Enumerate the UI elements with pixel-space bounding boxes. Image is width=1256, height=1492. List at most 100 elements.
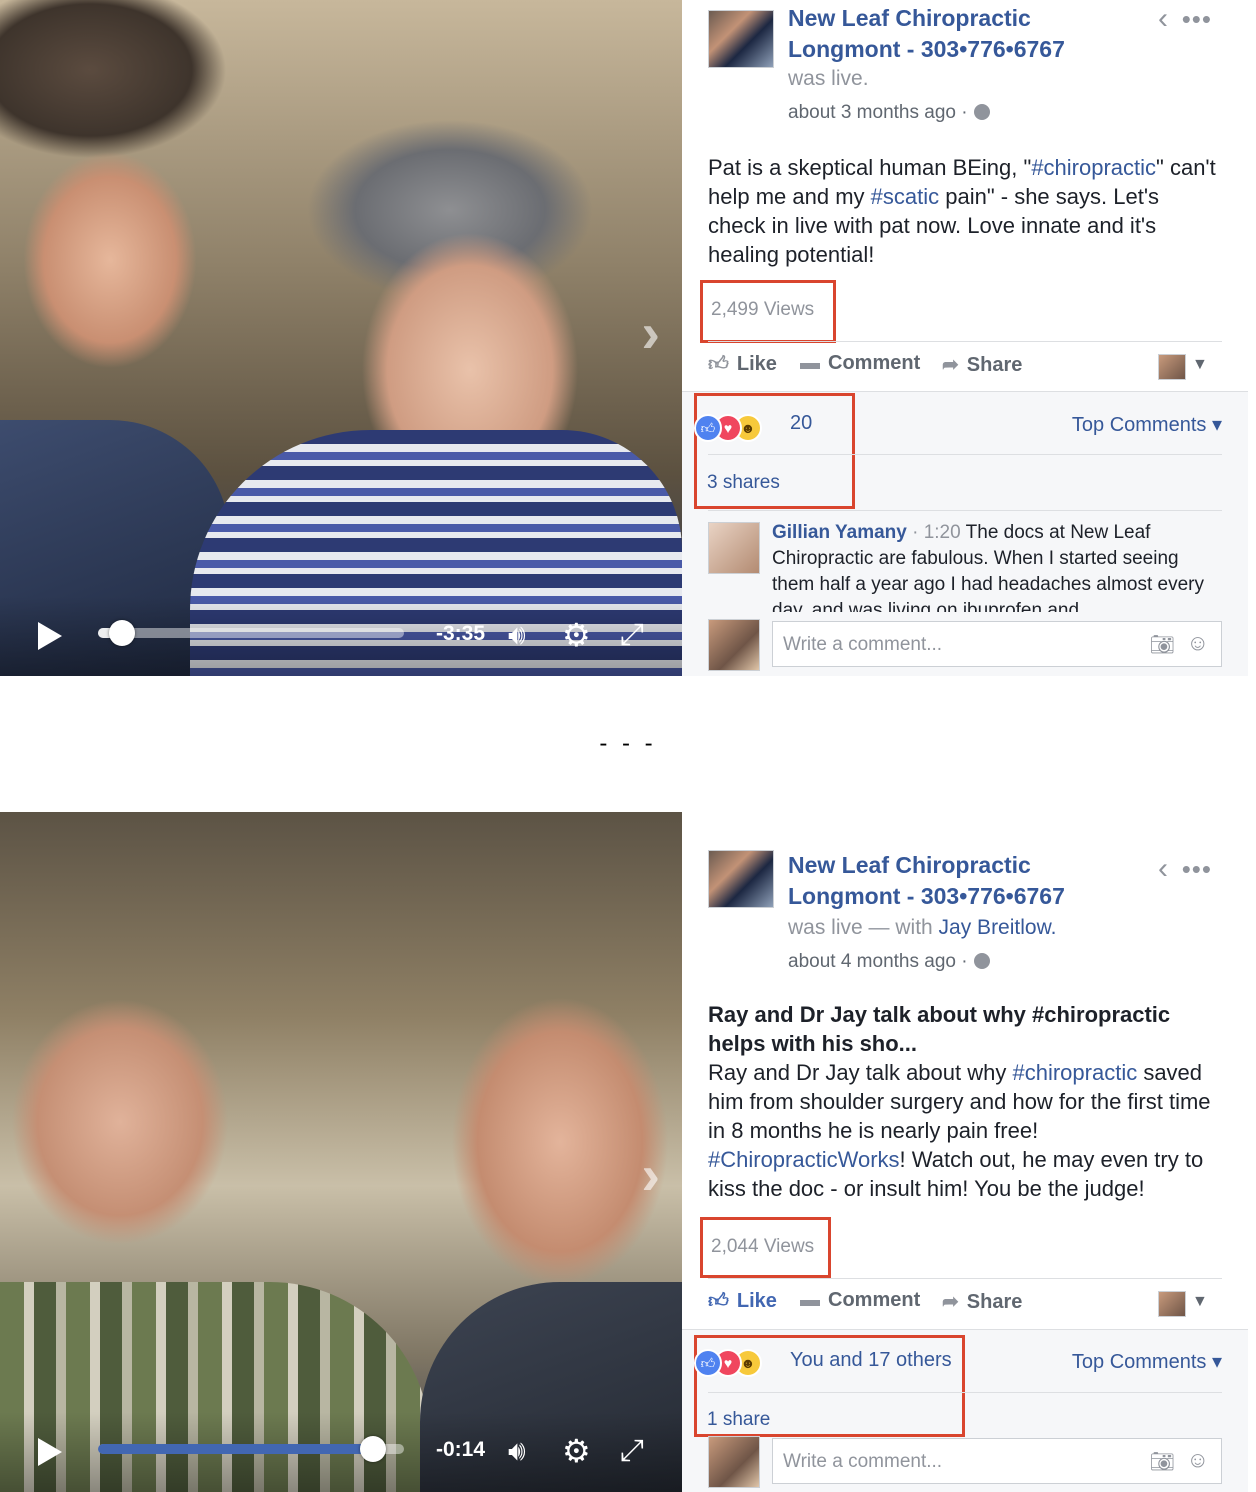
more-icon[interactable]: •••: [1182, 854, 1212, 885]
globe-icon: [973, 953, 990, 969]
page-avatar[interactable]: [708, 10, 774, 68]
video-progress-bar[interactable]: [98, 620, 404, 646]
comment-composer: Write a comment... 📷︎ ☺: [708, 617, 1222, 673]
share-count[interactable]: 1 share: [707, 1409, 770, 1431]
video-controls: -0:14 🔊︎ ⚙ ⤢: [0, 1412, 682, 1492]
comment-button[interactable]: ▬ Comment: [800, 352, 920, 375]
avatar: [1158, 354, 1186, 380]
comment-icon: ▬: [800, 1289, 820, 1311]
video-progress-knob[interactable]: [109, 620, 136, 646]
like-icon: 👍︎: [708, 1290, 729, 1312]
expand-icon[interactable]: ⤢: [620, 618, 644, 652]
share-icon: ➦: [942, 1291, 959, 1313]
comment-icon: ▬: [800, 352, 820, 374]
like-button[interactable]: 👍︎ Like: [708, 1289, 777, 1313]
gear-icon[interactable]: ⚙: [562, 616, 591, 654]
next-video-icon[interactable]: ›: [641, 300, 660, 365]
reaction-icons[interactable]: 👍︎ ♥ ☻: [694, 1349, 762, 1377]
hashtag-link[interactable]: #scatic: [871, 184, 939, 209]
divider: [708, 1392, 1222, 1393]
like-icon: 👍︎: [708, 353, 729, 375]
live-post-1: › -3:35 🔊︎ ⚙ ⤢ New Leaf Chiropractic Lon…: [0, 0, 1256, 676]
page-name-link[interactable]: New Leaf Chiropractic Longmont - 303•776…: [788, 850, 1118, 912]
video-time-remaining: -3:35: [436, 622, 486, 645]
video-player[interactable]: › -0:14 🔊︎ ⚙ ⤢: [0, 812, 682, 1492]
comment-placeholder: Write a comment...: [783, 1451, 943, 1472]
comment-input[interactable]: Write a comment... 📷︎ ☺: [772, 621, 1222, 667]
back-icon[interactable]: ‹: [1158, 2, 1168, 36]
tagged-person-link[interactable]: Jay Breitlow.: [939, 916, 1057, 939]
post-side-panel: New Leaf Chiropractic Longmont - 303•776…: [682, 0, 1248, 676]
hashtag-link[interactable]: #chiropractic: [1012, 1060, 1137, 1085]
like-reaction-icon: 👍︎: [694, 414, 722, 442]
divider: [708, 510, 1222, 511]
comment-button[interactable]: ▬ Comment: [800, 1289, 920, 1312]
share-button[interactable]: ➦ Share: [942, 352, 1022, 377]
comment-timestamp[interactable]: · 1:20: [912, 522, 961, 543]
comment-author[interactable]: Gillian Yamany: [772, 522, 907, 543]
chevron-down-icon: ▼: [1192, 1293, 1208, 1310]
smiley-icon[interactable]: ☺: [1187, 1447, 1209, 1473]
view-count: 2,499 Views: [711, 299, 815, 320]
play-icon[interactable]: [38, 622, 62, 650]
video-progress-knob[interactable]: [360, 1436, 387, 1462]
next-video-icon[interactable]: ›: [641, 1142, 660, 1207]
avatar: [708, 1436, 760, 1488]
avatar: [708, 619, 760, 671]
video-player[interactable]: › -3:35 🔊︎ ⚙ ⤢: [0, 0, 682, 676]
hashtag-link[interactable]: #chiropractic: [1031, 155, 1156, 180]
more-icon[interactable]: •••: [1182, 4, 1212, 35]
video-time-remaining: -0:14: [436, 1438, 486, 1461]
comment-placeholder: Write a comment...: [783, 634, 943, 655]
live-post-2: › -0:14 🔊︎ ⚙ ⤢ New Leaf Chiropractic Lon…: [0, 812, 1256, 1492]
camera-icon[interactable]: 📷︎: [1150, 632, 1175, 657]
volume-icon[interactable]: 🔊︎: [508, 1435, 526, 1468]
like-button[interactable]: 👍︎ Like: [708, 352, 777, 376]
back-icon[interactable]: ‹: [1158, 852, 1168, 886]
views-highlight-box: 2,499 Views: [700, 280, 836, 343]
post-side-panel: New Leaf Chiropractic Longmont - 303•776…: [682, 812, 1248, 1492]
share-count[interactable]: 3 shares: [707, 472, 780, 494]
post-timestamp[interactable]: about 4 months ago ·: [788, 951, 990, 973]
post-message: Pat is a skeptical human BEing, "#chirop…: [708, 155, 1216, 267]
share-button[interactable]: ➦ Share: [942, 1289, 1022, 1314]
video-progress-bar[interactable]: [98, 1436, 404, 1462]
camera-icon[interactable]: 📷︎: [1150, 1449, 1175, 1474]
top-comments-dropdown[interactable]: Top Comments ▾: [1072, 1349, 1222, 1374]
page-avatar[interactable]: [708, 850, 774, 908]
post-message: Ray and Dr Jay talk about why #chiroprac…: [708, 1000, 1218, 1203]
post-timestamp[interactable]: about 3 months ago ·: [788, 102, 990, 124]
play-icon[interactable]: [38, 1438, 62, 1466]
reaction-count[interactable]: You and 17 others: [790, 1349, 952, 1372]
post-as-selector[interactable]: ▼: [1158, 1291, 1214, 1317]
comment-input[interactable]: Write a comment... 📷︎ ☺: [772, 1438, 1222, 1484]
avatar[interactable]: [708, 522, 760, 574]
comment-body: Gillian Yamany · 1:20 The docs at New Le…: [772, 522, 1204, 612]
avatar: [1158, 1291, 1186, 1317]
share-icon: ➦: [942, 354, 959, 376]
action-bar: 👍︎ Like ▬ Comment ➦ Share ▼: [708, 1279, 1222, 1327]
divider: [708, 454, 1222, 455]
view-count: 2,044 Views: [711, 1236, 815, 1257]
gear-icon[interactable]: ⚙: [562, 1432, 591, 1470]
expand-icon[interactable]: ⤢: [620, 1434, 644, 1468]
post-as-selector[interactable]: ▼: [1158, 354, 1214, 380]
hashtag-link[interactable]: #ChiropracticWorks: [708, 1147, 900, 1172]
top-comments-dropdown[interactable]: Top Comments ▾: [1072, 412, 1222, 437]
smiley-icon[interactable]: ☺: [1187, 630, 1209, 656]
video-progress-fill: [98, 1444, 374, 1454]
globe-icon: [973, 104, 990, 120]
chevron-down-icon: ▼: [1192, 356, 1208, 373]
reaction-count[interactable]: 20: [790, 412, 812, 435]
was-live-text: was live.: [788, 67, 869, 90]
was-live-text: was live — with Jay Breitlow.: [788, 916, 1057, 939]
post-title: Ray and Dr Jay talk about why #chiroprac…: [708, 1002, 1171, 1056]
views-highlight-box: 2,044 Views: [700, 1217, 831, 1278]
comment-item: Gillian Yamany · 1:20 The docs at New Le…: [708, 520, 1222, 612]
action-bar: 👍︎ Like ▬ Comment ➦ Share ▼: [708, 342, 1222, 390]
video-controls: -3:35 🔊︎ ⚙ ⤢: [0, 596, 682, 676]
page-name-link[interactable]: New Leaf Chiropractic Longmont - 303•776…: [788, 3, 1118, 65]
separator: - - -: [599, 730, 657, 757]
reaction-icons[interactable]: 👍︎ ♥ ☻: [694, 414, 762, 442]
volume-icon[interactable]: 🔊︎: [508, 619, 526, 652]
